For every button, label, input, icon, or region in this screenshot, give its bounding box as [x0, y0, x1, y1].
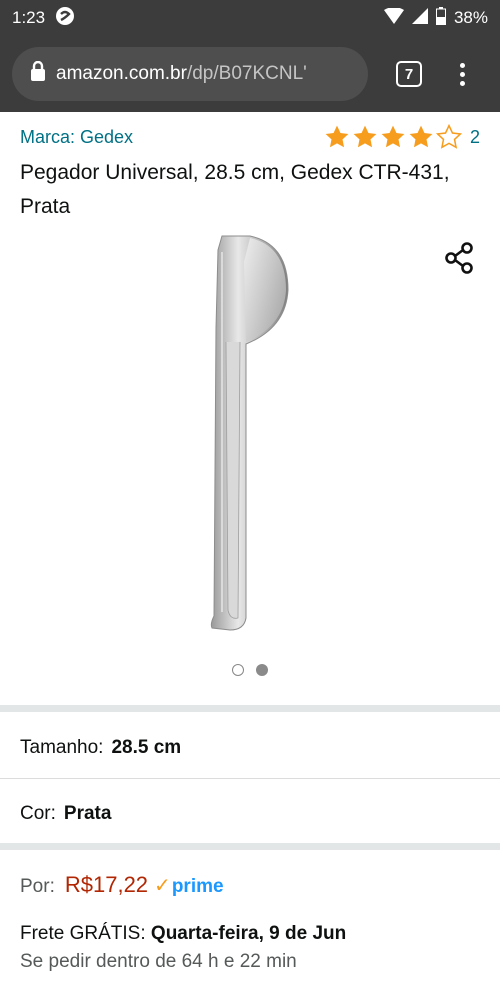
tab-switcher-button[interactable]: 7 [396, 61, 422, 87]
section-divider [0, 843, 500, 850]
price-value: R$17,22 [64, 872, 149, 897]
delivery-cutoff: Se pedir dentro de 64 h e 22 min [20, 951, 297, 972]
star-icon [353, 125, 377, 148]
row-divider [0, 778, 500, 779]
product-image [210, 235, 289, 631]
color-value: Prata [63, 803, 112, 824]
brand-row: Marca: Gedex 2 [0, 112, 500, 162]
battery-percent: 38% [453, 8, 488, 27]
product-title: Pegador Universal, 28.5 cm, Gedex CTR-43… [20, 161, 450, 218]
star-icon [409, 125, 433, 148]
size-selector[interactable]: Tamanho: 28.5 cm [0, 720, 500, 776]
carousel-dot-2[interactable] [256, 664, 268, 676]
status-bar: 1:23 38% [0, 0, 500, 36]
prime-check-icon: ✓ [154, 875, 171, 897]
color-selector[interactable]: Cor: Prata [0, 786, 500, 842]
rating-count[interactable]: 2 [470, 127, 480, 148]
url-host: amazon.com.br [56, 63, 187, 84]
address-bar[interactable]: amazon.com.br/dp/B07KCNL' [12, 47, 368, 101]
delivery-prefix: Frete GRÁTIS: [20, 923, 146, 944]
section-divider [0, 705, 500, 712]
status-time: 1:23 [12, 8, 46, 27]
rating-stars[interactable]: 2 [324, 124, 480, 150]
color-label: Cor: [20, 803, 56, 824]
battery-icon [435, 6, 446, 30]
browser-menu-button[interactable] [460, 62, 465, 86]
notification-icon [55, 6, 75, 31]
carousel-dot-1[interactable] [232, 664, 244, 676]
delivery-date: Quarta-feira, 9 de Jun [150, 923, 347, 944]
share-icon[interactable] [444, 242, 474, 279]
price-row: Por: R$17,22 ✓ prime [20, 872, 224, 898]
brand-link[interactable]: Marca: Gedex [20, 127, 133, 148]
signal-icon [411, 7, 428, 29]
size-label: Tamanho: [20, 737, 104, 758]
prime-label: prime [171, 876, 224, 897]
lock-icon [30, 60, 46, 87]
browser-toolbar: amazon.com.br/dp/B07KCNL' 7 [0, 36, 500, 112]
prime-badge: ✓ prime [154, 873, 224, 898]
star-icon [325, 125, 349, 148]
url-path: /dp/B07KCNL' [186, 63, 307, 84]
product-image-carousel[interactable] [0, 232, 500, 702]
star-empty-icon [435, 124, 462, 149]
price-label: Por: [20, 876, 55, 897]
size-value: 28.5 cm [111, 737, 182, 758]
wifi-icon [383, 6, 404, 29]
product-page: Marca: Gedex 2 Pegador Universal, 28.5 c… [0, 112, 500, 676]
delivery-info: Frete GRÁTIS: Quarta-feira, 9 de Jun Se … [20, 920, 346, 976]
carousel-dots [0, 664, 500, 676]
star-icon [381, 125, 405, 148]
